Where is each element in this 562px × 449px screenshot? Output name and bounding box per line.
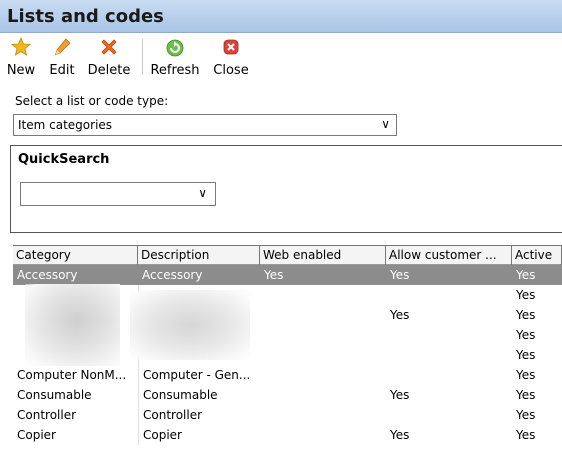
cell-web-enabled <box>260 285 386 305</box>
toolbar: New Edit Delete Refresh Close <box>0 35 562 81</box>
type-select-label: Select a list or code type: <box>15 94 169 108</box>
cell-web-enabled <box>260 325 386 345</box>
cell-category: Computer NonM... <box>17 368 127 382</box>
cell-web-enabled: Yes <box>264 268 284 282</box>
column-header-active[interactable]: Active <box>512 246 562 265</box>
cell-active: Yes <box>516 408 536 422</box>
table-row[interactable]: Copier Copier Yes Yes <box>13 425 562 445</box>
title-bar: Lists and codes <box>0 0 562 33</box>
cell-category: Controller <box>17 408 77 422</box>
cell-web-enabled <box>260 345 386 365</box>
type-select-value: Item categories <box>18 118 113 132</box>
quicksearch-title: QuickSearch <box>18 152 110 167</box>
cell-allow-customer <box>386 325 512 345</box>
cell-description: Controller <box>138 405 260 425</box>
refresh-button-label: Refresh <box>150 63 200 78</box>
edit-button-label: Edit <box>49 63 75 78</box>
cell-allow-customer <box>386 345 512 365</box>
table-row[interactable]: Controller Controller Yes <box>13 405 562 425</box>
cell-active: Yes <box>516 388 536 402</box>
cell-active: Yes <box>516 268 536 282</box>
cell-active: Yes <box>516 288 536 302</box>
table-row[interactable]: Consumable Consumable Yes Yes <box>13 385 562 405</box>
star-icon <box>11 37 31 56</box>
window-title: Lists and codes <box>7 6 164 27</box>
cell-category: Copier <box>17 428 56 442</box>
x-icon <box>101 39 117 55</box>
column-header-allow-customer[interactable]: Allow customer ... <box>386 246 512 265</box>
cell-allow-customer: Yes <box>390 268 410 282</box>
table-row[interactable]: Computer NonM... Computer - Gen... Yes <box>13 365 562 385</box>
cell-web-enabled <box>260 305 386 325</box>
cell-web-enabled <box>260 405 386 425</box>
quicksearch-select[interactable]: ∨ <box>20 182 216 206</box>
edit-button[interactable]: Edit <box>46 35 78 81</box>
column-header-web-enabled[interactable]: Web enabled <box>260 246 386 265</box>
cell-allow-customer <box>386 285 512 305</box>
cell-allow-customer <box>386 405 512 425</box>
delete-button[interactable]: Delete <box>86 35 132 81</box>
table-row[interactable]: Accessory Accessory Yes Yes Yes <box>13 265 562 285</box>
cell-active: Yes <box>516 308 536 322</box>
toolbar-separator <box>142 39 143 75</box>
blurred-area <box>130 290 250 360</box>
cell-active: Yes <box>516 368 536 382</box>
chevron-down-icon[interactable]: ∨ <box>198 186 207 200</box>
redacted-region <box>0 284 256 366</box>
cell-description: Accessory <box>142 268 203 282</box>
delete-button-label: Delete <box>87 63 131 78</box>
column-header-category[interactable]: Category <box>13 246 138 265</box>
cell-active: Yes <box>516 328 536 342</box>
cell-allow-customer: Yes <box>390 388 410 402</box>
cell-web-enabled <box>260 365 386 385</box>
new-button[interactable]: New <box>4 35 38 81</box>
cell-active: Yes <box>516 428 536 442</box>
cell-web-enabled <box>260 425 386 445</box>
cell-category: Consumable <box>17 388 92 402</box>
cell-active: Yes <box>516 348 536 362</box>
cell-allow-customer: Yes <box>390 308 410 322</box>
pencil-icon <box>54 38 71 56</box>
column-header-description[interactable]: Description <box>138 246 260 265</box>
cell-allow-customer: Yes <box>390 428 410 442</box>
new-button-label: New <box>6 63 36 78</box>
cell-description: Copier <box>138 425 260 445</box>
cell-allow-customer <box>386 365 512 385</box>
close-icon <box>223 39 239 55</box>
close-button-label: Close <box>213 63 249 78</box>
cell-web-enabled <box>260 385 386 405</box>
cell-description: Computer - Gen... <box>138 365 260 385</box>
quicksearch-panel: QuickSearch ∨ <box>10 145 562 233</box>
refresh-icon <box>166 39 184 57</box>
close-button[interactable]: Close <box>210 35 252 81</box>
type-select[interactable]: Item categories ∨ <box>13 114 397 136</box>
chevron-down-icon[interactable]: ∨ <box>381 117 390 131</box>
grid-header: Category Description Web enabled Allow c… <box>13 245 562 265</box>
cell-description: Consumable <box>138 385 260 405</box>
blurred-area <box>25 284 120 366</box>
cell-category: Accessory <box>17 268 78 282</box>
refresh-button[interactable]: Refresh <box>148 35 202 81</box>
